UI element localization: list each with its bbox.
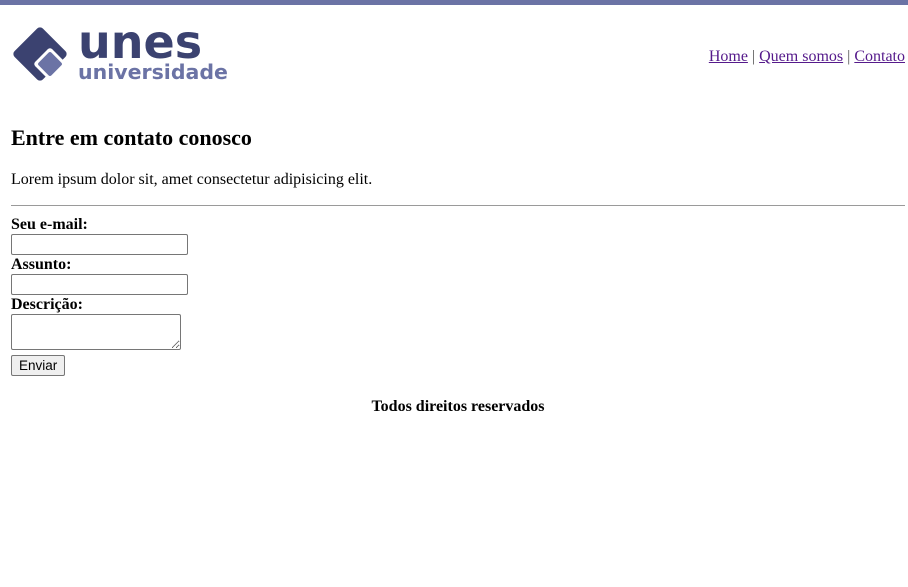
main-content: Entre em contato conosco Lorem ipsum dol… [11,124,905,376]
site-header: unes universidade Home | Quem somos | Co… [0,5,908,100]
contact-form: Seu e-mail: Assunto: Descrição: Enviar [11,215,905,376]
submit-button[interactable]: Enviar [11,355,66,376]
nav-separator: | [847,48,851,65]
nav-link-contato[interactable]: Contato [854,48,905,65]
logo[interactable]: unes universidade [11,17,231,89]
divider [11,205,905,206]
nav-link-quem-somos[interactable]: Quem somos [759,48,843,65]
email-label: Seu e-mail: [11,216,88,233]
description-textarea[interactable] [11,314,181,350]
subject-label: Assunto: [11,256,72,273]
footer-text: Todos direitos reservados [371,398,545,415]
subject-field[interactable] [11,274,188,295]
logo-sub-text: universidade [78,60,228,84]
nav-link-home[interactable]: Home [709,48,748,65]
main-nav: Home | Quem somos | Contato [709,47,905,67]
nav-separator: | [751,48,756,65]
page-title: Entre em contato conosco [11,125,252,150]
logo-diamond-icon [13,27,67,81]
email-field[interactable] [11,234,188,255]
description-label: Descrição: [11,296,83,313]
intro-text: Lorem ipsum dolor sit, amet consectetur … [11,171,373,188]
